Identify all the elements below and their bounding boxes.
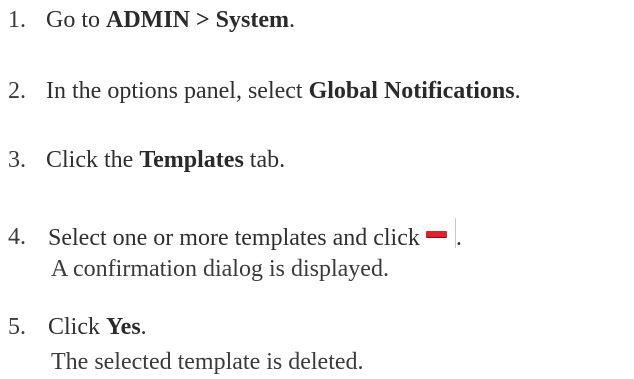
step-number: 4. (8, 224, 26, 250)
toolbar-divider (454, 218, 456, 248)
step-text: Click the Templates tab. (46, 147, 286, 173)
step-4-result: A confirmation dialog is displayed. (51, 256, 389, 282)
step-number: 1. (8, 7, 26, 33)
button-name: Yes (106, 314, 141, 340)
tab-name: Templates (139, 147, 244, 173)
option-name: Global Notifications (308, 78, 515, 104)
step-text: Select one or more templates and click. (48, 218, 462, 250)
step-text: Go to ADMIN > System. (46, 7, 295, 33)
ui-path: ADMIN > System (106, 7, 289, 33)
step-number: 3. (8, 147, 26, 173)
step-text: In the options panel, select Global Noti… (46, 78, 521, 104)
remove-icon (425, 218, 456, 248)
remove-bar (425, 231, 447, 237)
step-5-result: The selected template is deleted. (51, 349, 364, 375)
step-number: 5. (8, 314, 26, 340)
step-text: Click Yes. (48, 314, 147, 340)
step-number: 2. (8, 78, 26, 104)
